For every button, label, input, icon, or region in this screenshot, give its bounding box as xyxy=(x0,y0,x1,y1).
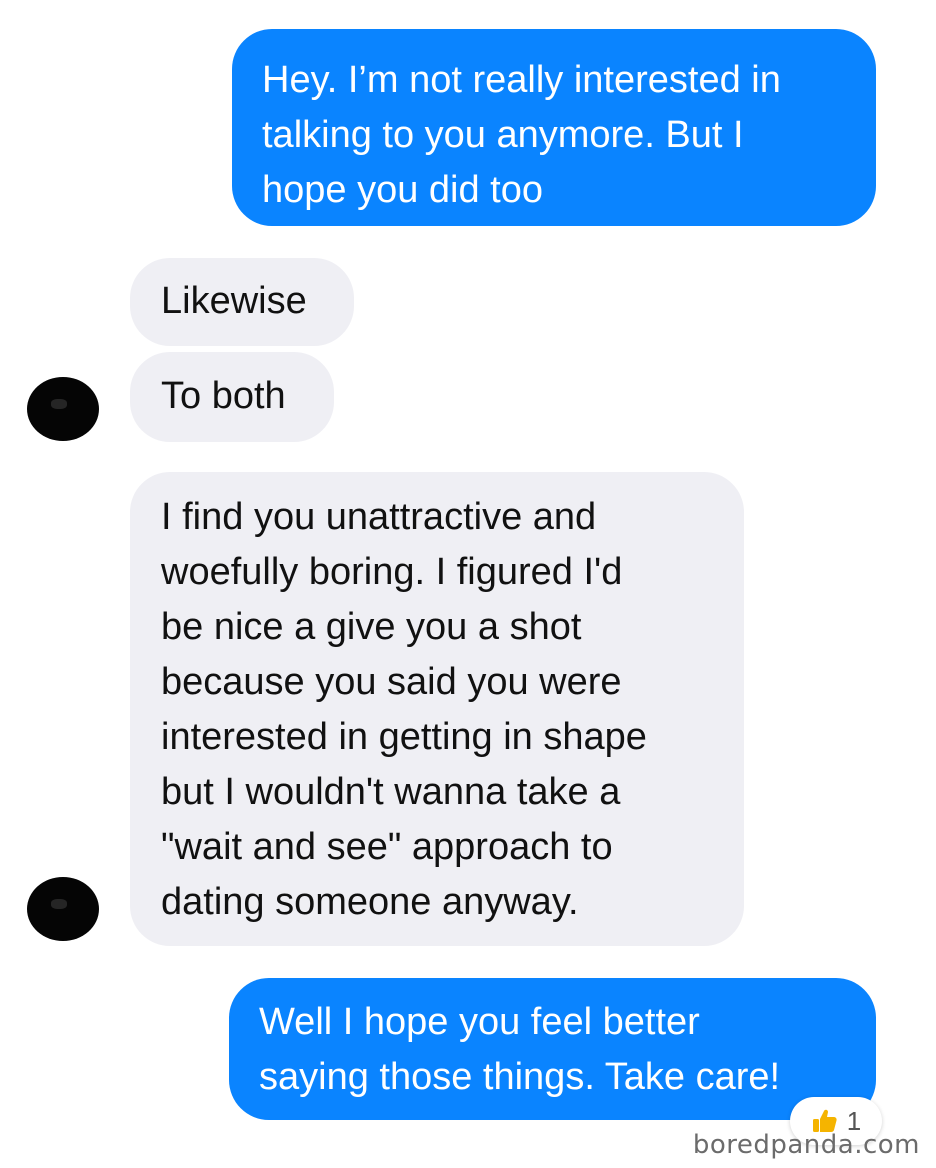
watermark: boredpanda.com xyxy=(692,1130,920,1160)
contact-avatar[interactable] xyxy=(27,377,99,441)
outgoing-message-bubble[interactable]: Well I hope you feel better saying those… xyxy=(229,978,876,1120)
contact-avatar[interactable] xyxy=(27,877,99,941)
incoming-message-bubble[interactable]: I find you unattractive and woefully bor… xyxy=(130,472,744,946)
incoming-message-bubble[interactable]: Likewise xyxy=(130,258,354,346)
outgoing-message-bubble[interactable]: Hey. I’m not really interested in talkin… xyxy=(232,29,876,226)
incoming-message-bubble[interactable]: To both xyxy=(130,352,334,442)
message-thread: Hey. I’m not really interested in talkin… xyxy=(0,0,936,1168)
